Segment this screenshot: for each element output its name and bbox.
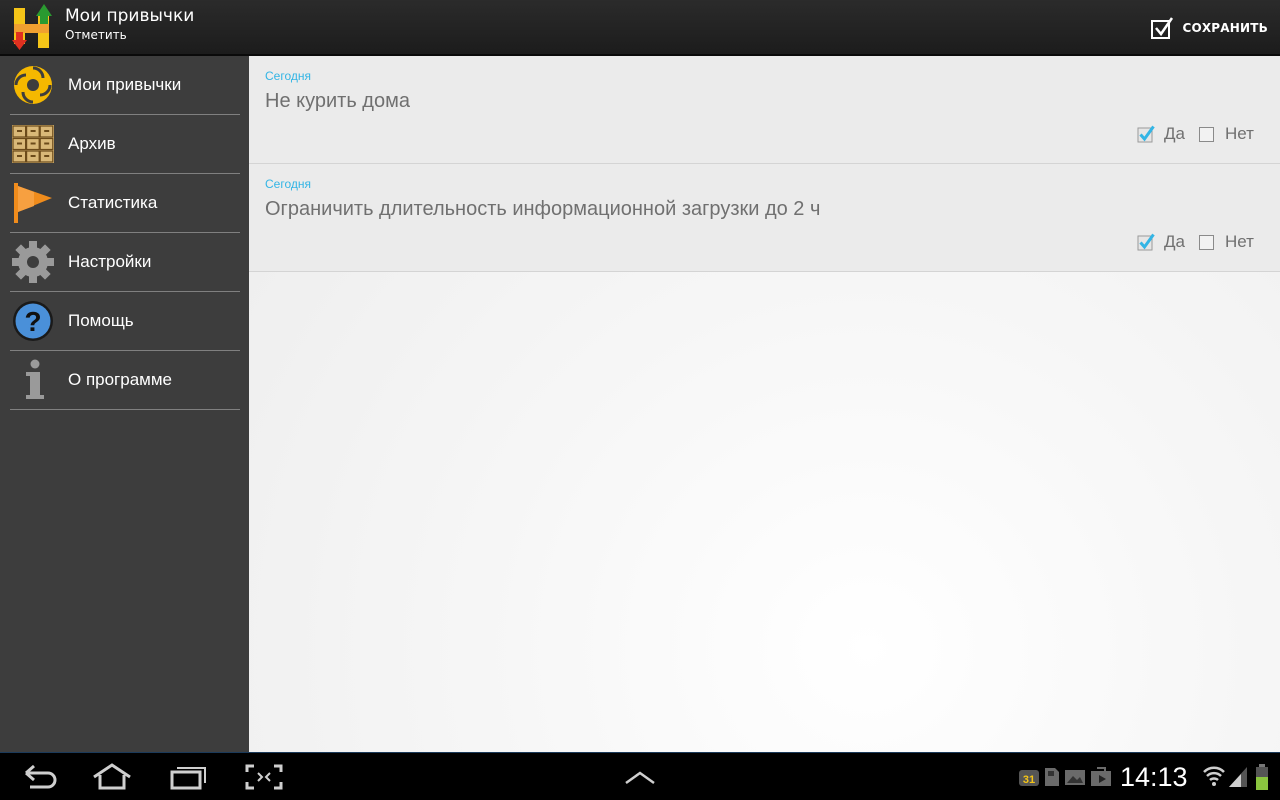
habit-date: Сегодня xyxy=(265,177,311,191)
sidebar-item-label: Помощь xyxy=(68,311,134,330)
sidebar-item-label: Мои привычки xyxy=(68,75,182,94)
habit-row: Сегодня Ограничить длительность информац… xyxy=(249,164,1280,272)
sidebar-item-label: О программе xyxy=(68,370,173,389)
habits-swirl-icon xyxy=(14,66,52,104)
habit-yes-checkbox[interactable]: Да xyxy=(1137,122,1185,146)
save-button[interactable]: СОХРАНИТЬ xyxy=(1146,10,1272,46)
app-subtitle: Отметить xyxy=(65,28,127,42)
home-icon[interactable] xyxy=(92,763,132,791)
calendar-icon: 31 xyxy=(1019,770,1039,786)
gear-icon xyxy=(12,241,54,283)
sidebar-item-label: Статистика xyxy=(68,193,158,212)
no-label: Нет xyxy=(1225,124,1254,143)
save-label: СОХРАНИТЬ xyxy=(1182,21,1268,35)
sidebar: Мои привычки Архив Статистика Настройки … xyxy=(0,56,249,752)
sidebar-item-settings[interactable]: Настройки xyxy=(10,233,240,292)
calendar-day: 31 xyxy=(1023,774,1035,786)
habit-no-checkbox[interactable]: Нет xyxy=(1198,122,1254,146)
habit-name: Не курить дома xyxy=(265,90,410,112)
checkbox-checked-icon xyxy=(1151,17,1174,39)
help-icon: ? xyxy=(13,301,53,341)
yes-label: Да xyxy=(1164,124,1185,143)
habit-list: Сегодня Не курить дома Да Нет Сегодня Ог… xyxy=(249,56,1280,752)
checkbox-checked-icon xyxy=(1137,233,1155,251)
chevron-up-icon[interactable] xyxy=(620,763,660,791)
checkbox-empty-icon xyxy=(1199,127,1214,142)
archive-cabinet-icon xyxy=(12,125,54,163)
sidebar-item-help[interactable]: ? Помощь xyxy=(10,292,240,351)
habit-yes-checkbox[interactable]: Да xyxy=(1137,230,1185,254)
app-title: Мои привычки xyxy=(65,6,195,26)
wifi-icon xyxy=(1203,766,1225,786)
action-bar: Мои привычки Отметить СОХРАНИТЬ xyxy=(0,0,1280,56)
sidebar-item-about[interactable]: О программе xyxy=(10,351,240,410)
status-icons: 31 xyxy=(1018,766,1112,788)
sd-card-icon xyxy=(1045,768,1059,786)
clock: 14:13 xyxy=(1120,762,1188,792)
info-icon xyxy=(26,359,44,399)
no-label: Нет xyxy=(1225,232,1254,251)
habit-date: Сегодня xyxy=(265,69,311,83)
habit-no-checkbox[interactable]: Нет xyxy=(1198,230,1254,254)
recent-apps-icon[interactable] xyxy=(168,763,208,791)
sidebar-item-label: Архив xyxy=(68,134,116,153)
sidebar-item-statistics[interactable]: Статистика xyxy=(10,174,240,233)
play-store-icon xyxy=(1091,767,1111,786)
battery-icon xyxy=(1256,764,1268,790)
screenshot-icon[interactable] xyxy=(244,763,284,791)
habit-name: Ограничить длительность информационной з… xyxy=(265,198,821,220)
system-nav-bar: 31 14:13 xyxy=(0,752,1280,800)
sidebar-item-my-habits[interactable]: Мои привычки xyxy=(10,56,240,115)
gallery-icon xyxy=(1065,770,1085,785)
sidebar-item-label: Настройки xyxy=(68,252,152,271)
checkbox-checked-icon xyxy=(1137,125,1155,143)
habit-h-logo-icon[interactable] xyxy=(12,4,58,52)
habit-row: Сегодня Не курить дома Да Нет xyxy=(249,56,1280,164)
svg-text:?: ? xyxy=(24,306,41,337)
yes-label: Да xyxy=(1164,232,1185,251)
flag-icon xyxy=(14,183,52,223)
sidebar-item-archive[interactable]: Архив xyxy=(10,115,240,174)
checkbox-empty-icon xyxy=(1199,235,1214,250)
signal-icon xyxy=(1229,767,1247,787)
back-icon[interactable] xyxy=(20,763,60,791)
